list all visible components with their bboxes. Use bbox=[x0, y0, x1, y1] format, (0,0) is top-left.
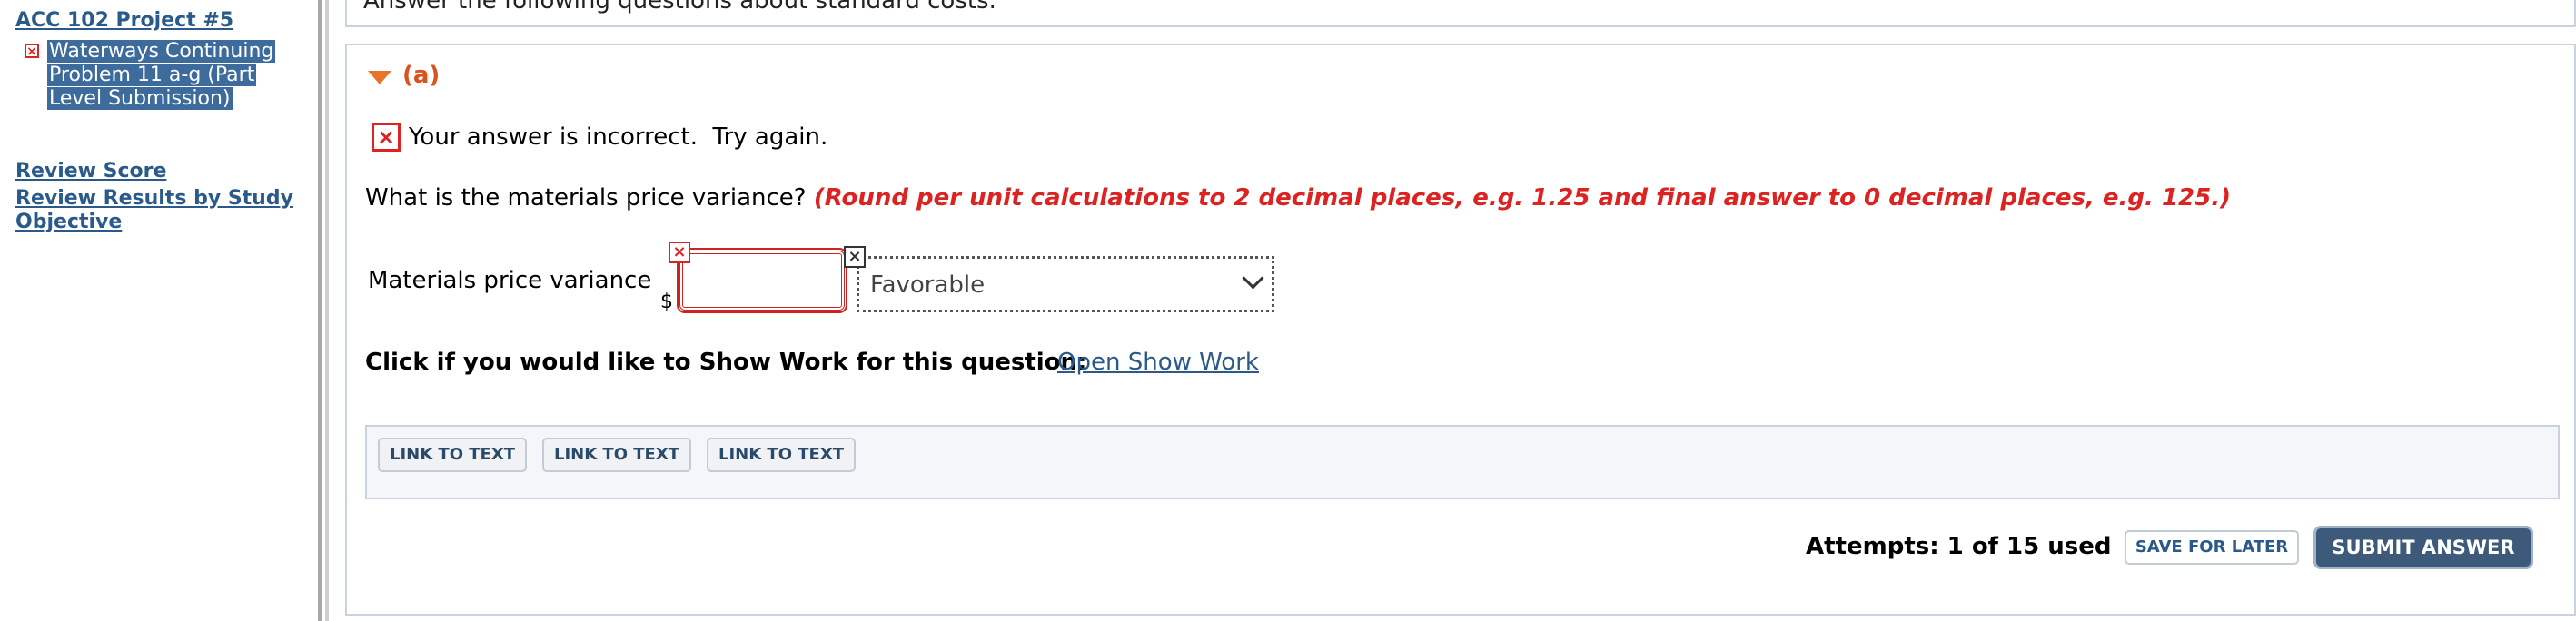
link-to-text-button[interactable]: LINK TO TEXT bbox=[542, 438, 691, 472]
variance-type-select[interactable]: Favorable bbox=[857, 256, 1274, 312]
show-work-label: Click if you would like to Show Work for… bbox=[365, 349, 1087, 376]
review-results-link[interactable]: Review Results by Study Objective bbox=[15, 187, 306, 234]
incorrect-x-icon: × bbox=[372, 123, 401, 152]
link-to-text-button[interactable]: LINK TO TEXT bbox=[378, 438, 527, 472]
question-hint: (Round per unit calculations to 2 decima… bbox=[813, 184, 2231, 212]
review-score-link[interactable]: Review Score bbox=[15, 160, 166, 183]
submit-answer-button[interactable]: SUBMIT ANSWER bbox=[2316, 528, 2531, 567]
project-title-link[interactable]: ACC 102 Project #5 bbox=[15, 9, 233, 32]
attempts-counter: Attempts: 1 of 15 used bbox=[1806, 533, 2112, 560]
input-error-x-icon: × bbox=[669, 242, 690, 263]
header-text: Answer the following questions about sta… bbox=[363, 0, 996, 15]
incorrect-x-icon: × bbox=[25, 44, 39, 59]
collapse-triangle-icon[interactable] bbox=[368, 71, 391, 84]
feedback-text: Your answer is incorrect. Try again. bbox=[409, 123, 828, 151]
link-to-text-button[interactable]: LINK TO TEXT bbox=[707, 438, 856, 472]
sidebar: ACC 102 Project #5 × Waterways Continuin… bbox=[0, 0, 318, 621]
select-value: Favorable bbox=[870, 271, 986, 299]
assignment-item-label[interactable]: Waterways Continuing Problem 11 a-g (Par… bbox=[47, 40, 276, 110]
answer-input[interactable] bbox=[677, 248, 847, 313]
currency-symbol: $ bbox=[660, 291, 673, 313]
sidebar-divider-inner bbox=[325, 0, 329, 621]
sidebar-divider bbox=[318, 0, 322, 621]
chevron-down-icon bbox=[1242, 267, 1264, 290]
question-text: What is the materials price variance? (R… bbox=[365, 184, 2231, 212]
assignment-item[interactable]: Waterways Continuing Problem 11 a-g (Par… bbox=[47, 40, 276, 111]
open-show-work-link[interactable]: Open Show Work bbox=[1057, 349, 1259, 376]
links-bar bbox=[365, 425, 2560, 499]
part-label[interactable]: (a) bbox=[402, 62, 440, 89]
question-prompt: What is the materials price variance? bbox=[365, 184, 807, 212]
select-x-icon: × bbox=[844, 246, 866, 268]
field-label: Materials price variance bbox=[368, 267, 652, 294]
save-for-later-button[interactable]: SAVE FOR LATER bbox=[2125, 530, 2299, 565]
